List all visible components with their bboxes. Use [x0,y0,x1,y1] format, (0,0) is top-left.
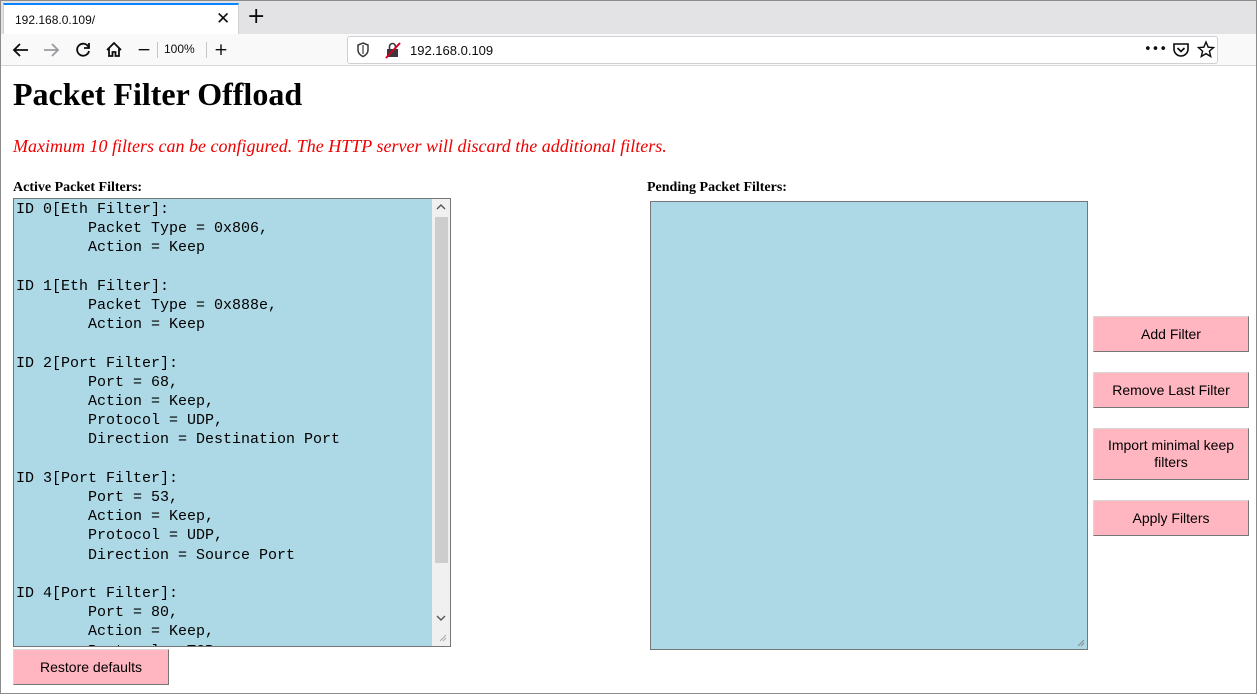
zoom-separator [157,42,158,58]
active-filters-textarea[interactable]: ID 0[Eth Filter]: Packet Type = 0x806, A… [13,198,451,647]
active-filters-scrollbar[interactable] [432,199,450,646]
max-filters-notice: Maximum 10 filters can be configured. Th… [13,136,667,156]
apply-filters-button[interactable]: Apply Filters [1093,500,1249,536]
remove-last-filter-button[interactable]: Remove Last Filter [1093,372,1249,408]
browser-tab[interactable]: 192.168.0.109/ ✕ [3,3,239,34]
active-filters-text: ID 0[Eth Filter]: Packet Type = 0x806, A… [16,201,341,646]
zoom-in-button[interactable]: + [211,38,231,62]
page-title: Packet Filter Offload [13,76,303,112]
tab-strip: 192.168.0.109/ ✕ + [1,1,1256,34]
new-tab-icon[interactable]: + [247,4,265,30]
resize-grip-icon[interactable] [1077,639,1085,647]
back-arrow-icon[interactable] [11,38,31,62]
restore-defaults-button[interactable]: Restore defaults [13,649,169,685]
pending-filters-label: Pending Packet Filters: [647,180,787,195]
active-filters-label: Active Packet Filters: [13,180,143,195]
url-text[interactable]: 192.168.0.109 [410,43,493,58]
navigation-bar: − 100% + 192.168.0.109 ••• [1,34,1256,66]
home-icon[interactable] [104,38,124,62]
scroll-down-icon[interactable] [432,611,450,627]
zoom-level[interactable]: 100% [164,42,195,56]
pending-filters-textarea[interactable] [650,201,1088,650]
tab-title: 192.168.0.109/ [15,13,96,27]
resize-grip-icon[interactable] [439,634,447,642]
import-minimal-keep-filters-button[interactable]: Import minimal keep filters [1093,428,1249,480]
close-tab-icon[interactable]: ✕ [216,9,230,29]
add-filter-button[interactable]: Add Filter [1093,316,1249,352]
pocket-icon[interactable] [1172,40,1190,64]
scroll-up-icon[interactable] [432,200,450,216]
insecure-lock-icon[interactable] [385,41,401,59]
scrollbar-thumb[interactable] [435,217,448,563]
shield-icon[interactable] [356,41,370,63]
zoom-separator [206,42,207,58]
zoom-out-button[interactable]: − [136,38,152,62]
reload-icon[interactable] [73,38,93,62]
bookmark-star-icon[interactable] [1196,40,1216,64]
address-bar[interactable]: 192.168.0.109 ••• [347,36,1218,64]
page-actions-icon[interactable]: ••• [1144,42,1167,57]
forward-arrow-icon[interactable] [41,38,61,62]
